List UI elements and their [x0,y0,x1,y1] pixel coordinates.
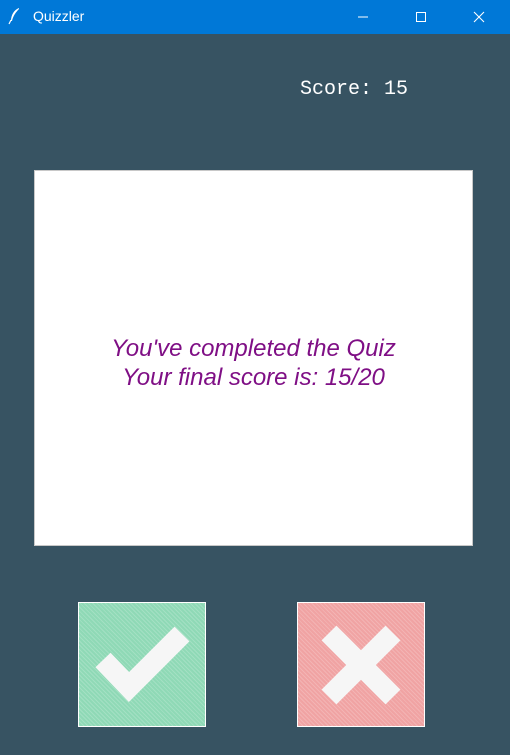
score-label: Score: 15 [300,78,409,101]
question-text: You've completed the Quiz Your final sco… [111,334,396,392]
close-button[interactable] [456,0,502,34]
feather-icon [8,7,22,25]
minimize-icon [358,16,368,18]
window-title: Quizzler [33,8,85,24]
checkmark-icon [95,626,190,702]
minimize-button[interactable] [340,0,386,34]
title-bar: Quizzler [0,0,510,34]
true-button[interactable] [78,602,206,727]
question-card: You've completed the Quiz Your final sco… [34,170,473,546]
final-score-message: Your final score is: 15/20 [122,364,385,391]
maximize-icon [416,12,426,22]
completion-message: You've completed the Quiz [111,335,396,362]
maximize-button[interactable] [398,0,444,34]
close-icon [473,11,485,23]
cross-icon [321,625,401,705]
false-button[interactable] [297,602,425,727]
